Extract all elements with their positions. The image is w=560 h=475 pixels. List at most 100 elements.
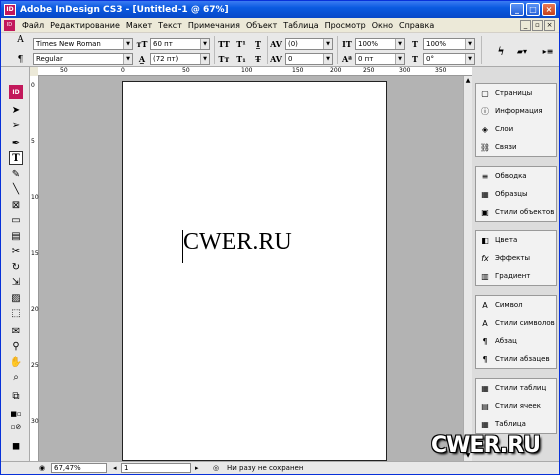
vertical-scale-field[interactable]: 100% ▼ xyxy=(355,38,405,50)
font-style-field[interactable]: Regular ▼ xyxy=(33,53,133,65)
panel-menu-icon[interactable]: ▸≡ xyxy=(541,45,555,57)
next-page-icon[interactable]: ▸ xyxy=(193,463,203,473)
panel-table-styles[interactable]: ▦ Стили таблиц xyxy=(476,379,556,397)
menu-view[interactable]: Просмотр xyxy=(322,21,369,30)
chevron-down-icon[interactable]: ▼ xyxy=(123,54,132,64)
menu-type[interactable]: Текст xyxy=(155,21,185,30)
horizontal-scale-field[interactable]: 100% ▼ xyxy=(423,38,475,50)
chevron-down-icon[interactable]: ▼ xyxy=(395,39,404,49)
doc-restore-button[interactable]: ▫ xyxy=(532,19,543,31)
zoom-tool-icon[interactable]: ⌕ xyxy=(9,370,23,384)
menu-help[interactable]: Справка xyxy=(396,21,437,30)
scissors-tool-icon[interactable]: ✂ xyxy=(9,244,23,258)
document-icon[interactable]: ID xyxy=(4,19,15,31)
menu-file[interactable]: Файл xyxy=(19,21,47,30)
font-size-field[interactable]: 60 пт ▼ xyxy=(150,38,210,50)
tracking-field[interactable]: 0 ▼ xyxy=(285,53,333,65)
close-button[interactable]: × xyxy=(542,3,556,16)
small-caps-icon[interactable]: Tᴛ xyxy=(217,53,231,65)
pen-tool-icon[interactable]: ✒ xyxy=(9,136,23,150)
panel-cell-styles[interactable]: ▤ Стили ячеек xyxy=(476,397,556,415)
chevron-down-icon[interactable]: ▼ xyxy=(200,54,209,64)
doc-minimize-button[interactable]: _ xyxy=(520,19,531,31)
panel-effects[interactable]: fx Эффекты xyxy=(476,249,556,267)
first-page-icon[interactable]: ◂ xyxy=(111,463,121,473)
rectangle-tool-icon[interactable]: ▭ xyxy=(9,213,23,227)
panel-color[interactable]: ◧ Цвета xyxy=(476,231,556,249)
underline-icon[interactable]: T̲ xyxy=(251,38,265,50)
panel-object-styles[interactable]: ▣ Стили объектов xyxy=(476,203,556,221)
scale-tool-icon[interactable]: ⇲ xyxy=(9,275,23,289)
menu-edit[interactable]: Редактирование xyxy=(47,21,123,30)
subscript-icon[interactable]: T₁ xyxy=(234,53,248,65)
vertical-ruler[interactable]: 0 5 10 15 20 25 30 xyxy=(30,76,39,461)
menu-object[interactable]: Объект xyxy=(243,21,280,30)
leading-field[interactable]: (72 пт) ▼ xyxy=(150,53,210,65)
hand-tool-icon[interactable]: ✋ xyxy=(9,355,23,369)
menu-table[interactable]: Таблица xyxy=(280,21,321,30)
panel-info[interactable]: ⓘ Информация xyxy=(476,102,556,120)
vertical-scrollbar[interactable]: ▲ ▼ xyxy=(463,76,472,461)
fill-stroke-icon[interactable]: ⧉ xyxy=(9,389,23,403)
panel-layers[interactable]: ◈ Слои xyxy=(476,120,556,138)
minimize-button[interactable]: _ xyxy=(510,3,524,16)
paragraph-formatting-icon[interactable]: ¶ xyxy=(18,55,24,65)
gradient-tool-icon[interactable]: ▨ xyxy=(9,291,23,305)
chevron-down-icon[interactable]: ▼ xyxy=(200,39,209,49)
baseline-shift-field[interactable]: 0 пт ▼ xyxy=(355,53,405,65)
chevron-down-icon[interactable]: ▼ xyxy=(123,39,132,49)
scroll-up-arrow-icon[interactable]: ▲ xyxy=(464,76,472,85)
rotate-tool-icon[interactable]: ↻ xyxy=(9,260,23,274)
pencil-tool-icon[interactable]: ✎ xyxy=(9,167,23,181)
document-page[interactable] xyxy=(122,81,387,461)
character-formatting-icon[interactable]: A xyxy=(17,35,24,45)
bridge-icon[interactable]: ▰▾ xyxy=(515,45,529,57)
menu-layout[interactable]: Макет xyxy=(123,21,155,30)
horizontal-ruler[interactable]: 50 0 50 100 150 200 250 300 350 xyxy=(38,67,472,76)
chevron-down-icon[interactable]: ▼ xyxy=(323,39,332,49)
note-tool-icon[interactable]: ✉ xyxy=(9,324,23,338)
apply-color-icon[interactable]: ■▫ xyxy=(9,407,23,421)
chevron-down-icon[interactable]: ▼ xyxy=(323,54,332,64)
font-family-field[interactable]: Times New Roman ▼ xyxy=(33,38,133,50)
separator xyxy=(267,36,268,64)
type-tool-icon[interactable]: T xyxy=(9,151,23,165)
panel-paragraph[interactable]: ¶ Абзац xyxy=(476,332,556,350)
panel-pages[interactable]: ▢ Страницы xyxy=(476,84,556,102)
rectangle-frame-tool-icon[interactable]: ⊠ xyxy=(9,198,23,212)
direct-selection-tool-icon[interactable]: ➢ xyxy=(9,118,23,132)
strikethrough-icon[interactable]: T̶ xyxy=(251,53,265,65)
open-file-icon[interactable]: ◎ xyxy=(211,463,223,473)
text-frame[interactable]: CWER.RU xyxy=(183,229,292,256)
button-tool-icon[interactable]: ▤ xyxy=(9,229,23,243)
panel-table[interactable]: ▦ Таблица xyxy=(476,415,556,433)
zoom-field[interactable]: 67,47% xyxy=(51,463,107,473)
free-transform-tool-icon[interactable]: ⬚ xyxy=(9,306,23,320)
apply-none-icon[interactable]: ▫⊘ xyxy=(9,420,23,434)
panel-stroke[interactable]: ≡ Обводка xyxy=(476,167,556,185)
all-caps-icon[interactable]: TT xyxy=(217,38,231,50)
superscript-icon[interactable]: T¹ xyxy=(234,38,248,50)
title-bar[interactable]: ID Adobe InDesign CS3 - [Untitled-1 @ 67… xyxy=(1,1,559,18)
chevron-down-icon[interactable]: ▼ xyxy=(465,54,474,64)
panel-paragraph-styles[interactable]: ¶ Стили абзацев xyxy=(476,350,556,368)
panel-glyphs[interactable]: A Символ xyxy=(476,296,556,314)
menu-window[interactable]: Окно xyxy=(369,21,396,30)
normal-view-icon[interactable]: ◼ xyxy=(9,439,23,453)
panel-swatches[interactable]: ▦ Образцы xyxy=(476,185,556,203)
selection-tool-icon[interactable]: ➤ xyxy=(9,103,23,117)
menu-notes[interactable]: Примечания xyxy=(185,21,243,30)
skew-field[interactable]: 0° ▼ xyxy=(423,53,475,65)
eyedropper-tool-icon[interactable]: ⚲ xyxy=(9,339,23,353)
line-tool-icon[interactable]: ╲ xyxy=(9,182,23,196)
panel-links[interactable]: ⛓ Связи xyxy=(476,138,556,156)
panel-gradient[interactable]: ▥ Градиент xyxy=(476,267,556,285)
maximize-button[interactable]: □ xyxy=(526,3,540,16)
chevron-down-icon[interactable]: ▼ xyxy=(465,39,474,49)
chevron-down-icon[interactable]: ▼ xyxy=(395,54,404,64)
page-field[interactable]: 1 xyxy=(121,463,191,473)
quick-apply-icon[interactable]: ϟ xyxy=(494,45,508,58)
doc-close-button[interactable]: × xyxy=(544,19,555,31)
kerning-field[interactable]: (0) ▼ xyxy=(285,38,333,50)
panel-character-styles[interactable]: A Стили символов xyxy=(476,314,556,332)
